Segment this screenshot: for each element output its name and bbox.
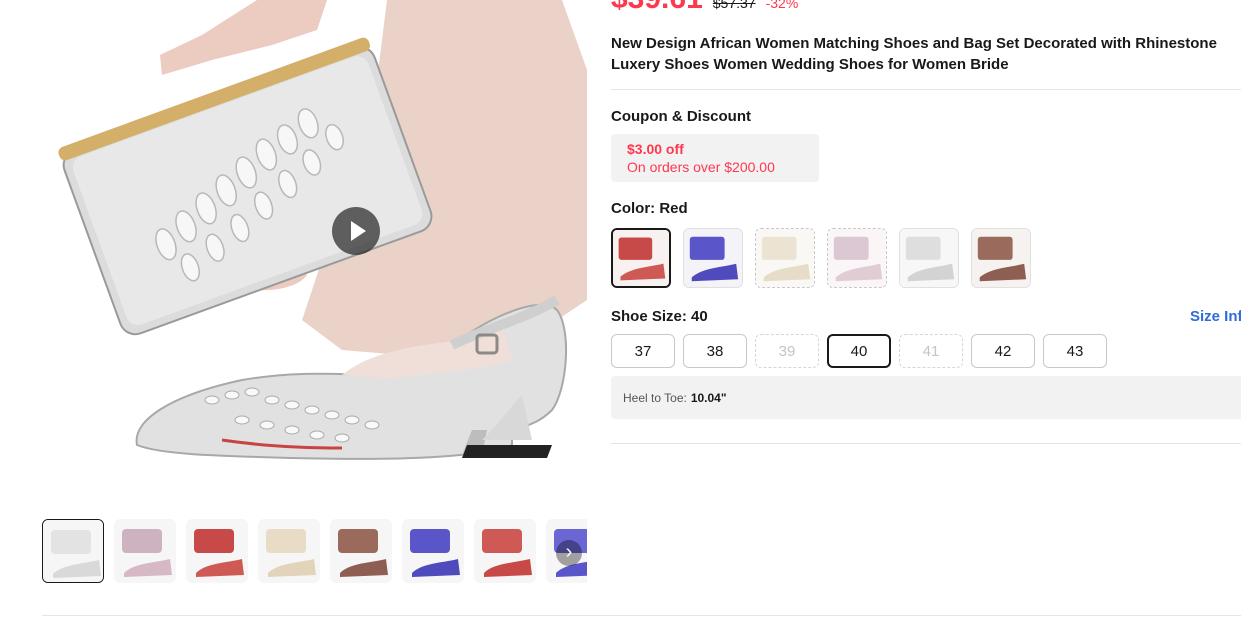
size-option-selected[interactable]: 40 xyxy=(827,334,891,368)
price-row: $39.61 $57.37 -32% xyxy=(611,0,798,16)
play-video-button[interactable] xyxy=(332,207,380,255)
divider xyxy=(42,615,1241,616)
current-price: $39.61 xyxy=(611,0,703,16)
thumbnail-red[interactable] xyxy=(186,519,248,583)
size-measurement-box: Heel to Toe: 10.04" xyxy=(611,376,1241,419)
thumbnail-image xyxy=(258,519,320,583)
color-option-pink[interactable] xyxy=(827,228,887,288)
size-option[interactable]: 43 xyxy=(1043,334,1107,368)
play-icon xyxy=(351,221,366,241)
thumbnail-image xyxy=(330,519,392,583)
coupon-card[interactable]: $3.00 off On orders over $200.00 xyxy=(611,134,819,182)
divider xyxy=(611,89,1241,90)
measurement-value: 10.04" xyxy=(690,390,727,405)
product-title: New Design African Women Matching Shoes … xyxy=(611,35,1217,73)
thumbnail-red-2[interactable] xyxy=(474,519,536,583)
color-label-text: Color: xyxy=(611,200,656,217)
size-option[interactable]: 38 xyxy=(683,334,747,368)
original-price: $57.37 xyxy=(712,0,756,11)
size-option[interactable]: 42 xyxy=(971,334,1035,368)
thumbnail-image xyxy=(474,519,536,583)
coupon-condition: On orders over $200.00 xyxy=(627,159,775,175)
color-option-image xyxy=(613,230,669,286)
size-label: Shoe Size: 40 xyxy=(611,308,708,325)
selected-color: Red xyxy=(659,200,688,217)
color-label: Color: Red xyxy=(611,200,688,217)
size-option-unavailable: 39 xyxy=(755,334,819,368)
thumbnail-strip xyxy=(42,519,587,583)
color-option-red[interactable] xyxy=(611,228,671,288)
color-option-image xyxy=(756,229,814,287)
thumbnail-blue[interactable] xyxy=(402,519,464,583)
main-product-image[interactable] xyxy=(42,0,587,503)
color-option-image xyxy=(900,229,958,287)
thumbnail-pink[interactable] xyxy=(114,519,176,583)
color-option-image xyxy=(972,229,1030,287)
thumbnail-image xyxy=(43,520,103,582)
size-option[interactable]: 37 xyxy=(611,334,675,368)
divider xyxy=(611,443,1241,444)
thumbnail-brown[interactable] xyxy=(330,519,392,583)
color-option-image xyxy=(828,229,886,287)
thumbnail-image xyxy=(186,519,248,583)
color-option-blue[interactable] xyxy=(683,228,743,288)
discount-percent: -32% xyxy=(765,0,799,11)
shoe-and-bag-photo xyxy=(58,0,587,460)
measurement-label: Heel to Toe: xyxy=(623,390,687,405)
selected-size: 40 xyxy=(691,308,708,325)
thumbnail-image xyxy=(402,519,464,583)
color-option-image xyxy=(684,229,742,287)
thumbnail-image xyxy=(114,519,176,583)
coupon-amount: $3.00 off xyxy=(627,141,684,157)
size-info-link[interactable]: Size Info xyxy=(1190,308,1241,325)
size-option-unavailable: 41 xyxy=(899,334,963,368)
size-label-text: Shoe Size: xyxy=(611,308,687,325)
thumbnail-next-button[interactable]: › xyxy=(556,540,582,566)
thumbnail-gold[interactable] xyxy=(258,519,320,583)
color-option-silver[interactable] xyxy=(899,228,959,288)
coupon-section-label: Coupon & Discount xyxy=(611,108,751,125)
color-option-brown[interactable] xyxy=(971,228,1031,288)
color-option-gold[interactable] xyxy=(755,228,815,288)
thumbnail-silver[interactable] xyxy=(42,519,104,583)
